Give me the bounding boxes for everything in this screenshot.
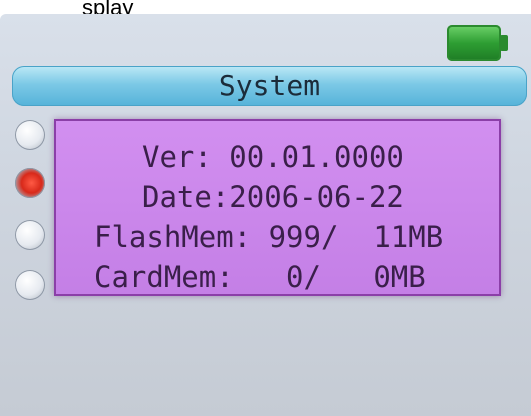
version-text: Ver: 00.01.0000	[142, 140, 404, 174]
page-title: System	[218, 69, 321, 102]
device-photo: splay System I A U I Ver: 00.01.0000 Dat…	[0, 0, 531, 416]
card-mem-text: CardMem: 0/ 0MB	[94, 260, 426, 294]
title-bar: System	[12, 66, 527, 106]
radio-option-4[interactable]	[15, 270, 45, 300]
date-text: Date:2006-06-22	[142, 180, 404, 214]
radio-option-1[interactable]	[15, 120, 45, 150]
device-screen: System I A U I Ver: 00.01.0000 Date:2006…	[0, 14, 531, 416]
system-info-panel: Ver: 00.01.0000 Date:2006-06-22 FlashMem…	[54, 119, 501, 296]
radio-option-3[interactable]	[15, 220, 45, 250]
battery-body	[447, 25, 501, 61]
battery-tip	[500, 35, 508, 51]
battery-full-icon	[447, 25, 508, 61]
radio-option-2-selected[interactable]	[15, 168, 45, 198]
flash-mem-text: FlashMem: 999/ 11MB	[94, 220, 444, 254]
